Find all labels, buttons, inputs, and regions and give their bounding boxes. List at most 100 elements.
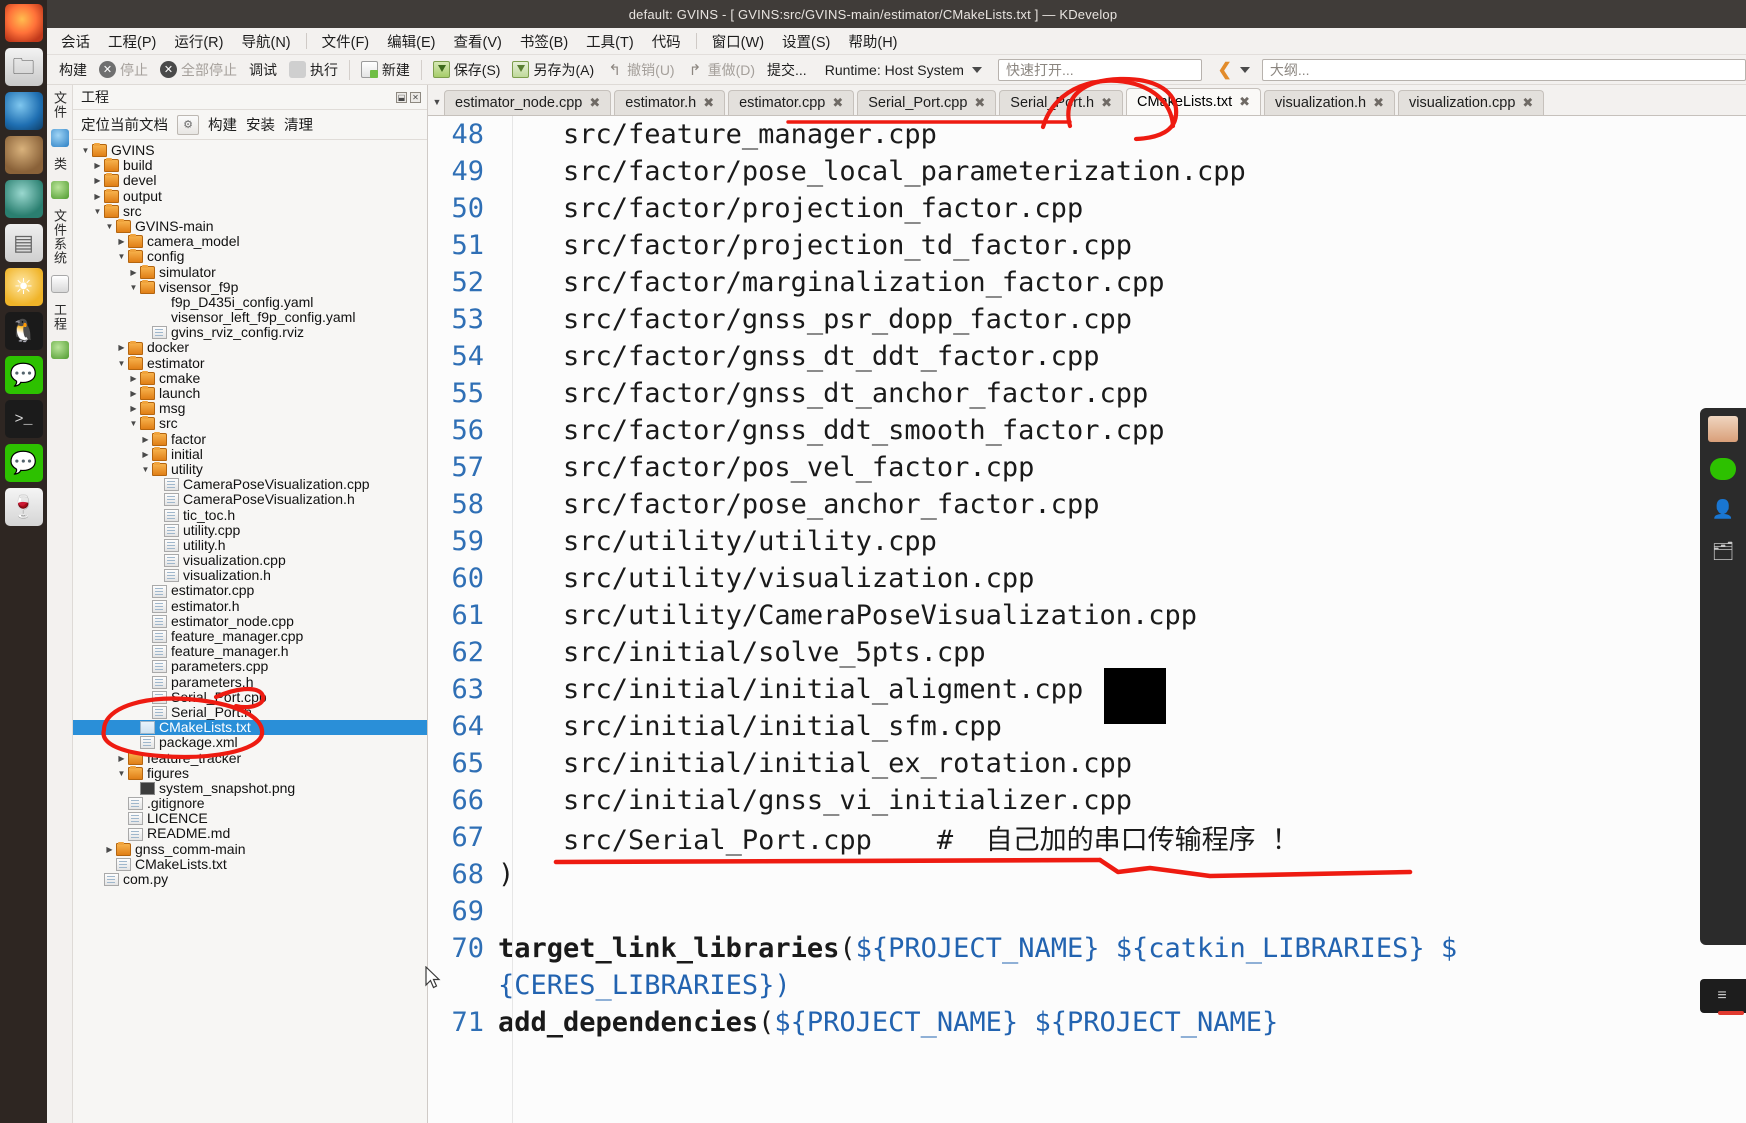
gear-icon[interactable]: ⚙ bbox=[177, 114, 199, 135]
tool-tab-project[interactable]: 工程 bbox=[50, 303, 69, 331]
tree-item[interactable]: config bbox=[73, 249, 427, 264]
tree-item[interactable]: feature_manager.h bbox=[73, 644, 427, 659]
code-line[interactable]: 71 add_dependencies(${PROJECT_NAME} ${PRO… bbox=[428, 1004, 1746, 1041]
tree-item[interactable]: visualization.cpp bbox=[73, 553, 427, 568]
chevron-down-icon[interactable] bbox=[127, 280, 140, 295]
tree-item[interactable]: utility.cpp bbox=[73, 523, 427, 538]
chevron-down-icon[interactable] bbox=[103, 219, 116, 234]
menu-help[interactable]: 帮助(H) bbox=[839, 29, 906, 54]
menu-settings[interactable]: 设置(S) bbox=[773, 29, 839, 54]
chevron-right-icon[interactable] bbox=[115, 751, 128, 766]
code-line[interactable]: 57 src/factor/pos_vel_factor.cpp bbox=[428, 449, 1746, 486]
tree-item[interactable]: parameters.h bbox=[73, 675, 427, 690]
chevron-down-icon[interactable] bbox=[115, 249, 128, 264]
menu-view[interactable]: 查看(V) bbox=[444, 29, 510, 54]
code-line[interactable]: 52 src/factor/marginalization_factor.cpp bbox=[428, 264, 1746, 301]
tree-item[interactable]: estimator_node.cpp bbox=[73, 614, 427, 629]
menu-tools[interactable]: 工具(T) bbox=[577, 29, 643, 54]
tab-close-icon[interactable]: ✖ bbox=[832, 95, 843, 111]
tree-item[interactable]: utility bbox=[73, 462, 427, 477]
tree-item[interactable]: simulator bbox=[73, 265, 427, 280]
chevron-right-icon[interactable] bbox=[139, 432, 152, 447]
tree-item[interactable]: msg bbox=[73, 401, 427, 416]
code-line[interactable]: 48 src/feature_manager.cpp bbox=[428, 116, 1746, 153]
chevron-right-icon[interactable] bbox=[115, 234, 128, 249]
code-line[interactable]: 65 src/initial/initial_ex_rotation.cpp bbox=[428, 745, 1746, 782]
code-line[interactable]: 54 src/factor/gnss_dt_ddt_factor.cpp bbox=[428, 338, 1746, 375]
avatar[interactable] bbox=[1708, 416, 1738, 442]
code-line[interactable]: 59 src/utility/utility.cpp bbox=[428, 523, 1746, 560]
code-line[interactable]: 49 src/factor/pose_local_parameterizatio… bbox=[428, 153, 1746, 190]
tree-item[interactable]: system_snapshot.png bbox=[73, 781, 427, 796]
chevron-right-icon[interactable] bbox=[127, 401, 140, 416]
menu-window[interactable]: 窗口(W) bbox=[703, 29, 773, 54]
editor-tab[interactable]: Serial_Port.h ✖ bbox=[999, 90, 1124, 115]
tree-item[interactable]: factor bbox=[73, 432, 427, 447]
code-line[interactable]: 66 src/initial/gnss_vi_initializer.cpp bbox=[428, 782, 1746, 819]
install-action[interactable]: 安装 bbox=[246, 114, 275, 135]
wechat2-icon[interactable]: 💬 bbox=[4, 444, 43, 482]
new-file-button[interactable]: 新建 bbox=[355, 59, 416, 81]
office-icon[interactable]: ▤ bbox=[4, 224, 43, 262]
editor-tab[interactable]: Serial_Port.cpp ✖ bbox=[857, 90, 997, 115]
tab-close-icon[interactable]: ✖ bbox=[974, 95, 985, 111]
tab-scroll-down-icon[interactable]: ▼ bbox=[430, 89, 444, 115]
code-line[interactable]: 58 src/factor/pose_anchor_factor.cpp bbox=[428, 486, 1746, 523]
execute-button[interactable]: 执行 bbox=[283, 59, 344, 81]
tree-item[interactable]: CMakeLists.txt bbox=[73, 720, 427, 736]
chevron-down-icon[interactable] bbox=[115, 356, 128, 371]
code-line[interactable]: 51 src/factor/projection_td_factor.cpp bbox=[428, 227, 1746, 264]
tree-item[interactable]: visualization.h bbox=[73, 568, 427, 583]
tree-item[interactable]: LICENCE bbox=[73, 811, 427, 826]
chevron-right-icon[interactable] bbox=[127, 265, 140, 280]
tree-item[interactable]: feature_tracker bbox=[73, 751, 427, 766]
side-panel-more-button[interactable]: ≡ bbox=[1700, 979, 1746, 1013]
gimp-icon[interactable] bbox=[4, 136, 43, 174]
globe-icon[interactable] bbox=[50, 129, 69, 147]
tab-close-icon[interactable]: ✖ bbox=[703, 95, 714, 111]
tree-item[interactable]: Serial_Port.cpp bbox=[73, 690, 427, 705]
code-line[interactable]: 64 src/initial/initial_sfm.cpp bbox=[428, 708, 1746, 745]
tree-item[interactable]: camera_model bbox=[73, 234, 427, 249]
editor-tab[interactable]: visualization.h ✖ bbox=[1264, 90, 1396, 115]
chevron-right-icon[interactable] bbox=[139, 447, 152, 462]
tux-icon[interactable]: 🐧 bbox=[4, 312, 43, 350]
chevron-down-icon[interactable] bbox=[139, 462, 152, 477]
editor-tab[interactable]: estimator.cpp ✖ bbox=[728, 90, 855, 115]
tree-item[interactable]: feature_manager.cpp bbox=[73, 629, 427, 644]
undo-button[interactable]: ↰ 撤销(U) bbox=[600, 59, 680, 81]
build-action[interactable]: 构建 bbox=[208, 114, 237, 135]
tab-close-icon[interactable]: ✖ bbox=[589, 95, 600, 111]
code-line[interactable]: 60 src/utility/visualization.cpp bbox=[428, 560, 1746, 597]
stop-all-button[interactable]: ✕ 全部停止 bbox=[154, 59, 243, 81]
tree-item[interactable]: estimator bbox=[73, 356, 427, 371]
code-line[interactable]: 67 src/Serial_Port.cpp # 自己加的串口传输程序 ！ bbox=[428, 819, 1746, 856]
code-line[interactable]: 69 bbox=[428, 893, 1746, 930]
chevron-down-icon[interactable] bbox=[115, 766, 128, 781]
tree-item[interactable]: visensor_left_f9p_config.yaml bbox=[73, 310, 427, 325]
tree-item[interactable]: figures bbox=[73, 766, 427, 781]
tree-item[interactable]: output bbox=[73, 189, 427, 204]
code-line[interactable]: 61 src/utility/CameraPoseVisualization.c… bbox=[428, 597, 1746, 634]
collections-icon[interactable]: 🗂 bbox=[1708, 538, 1738, 564]
code-line[interactable]: 70 target_link_libraries(${PROJECT_NAME} … bbox=[428, 930, 1746, 967]
tree-item[interactable]: devel bbox=[73, 173, 427, 188]
code-line[interactable]: 53 src/factor/gnss_psr_dopp_factor.cpp bbox=[428, 301, 1746, 338]
tree-item[interactable]: initial bbox=[73, 447, 427, 462]
tree-item[interactable]: CMakeLists.txt bbox=[73, 857, 427, 872]
tree-item[interactable]: GVINS-main bbox=[73, 219, 427, 234]
debug-button[interactable]: 调试 bbox=[243, 59, 283, 81]
save-as-button[interactable]: 另存为(A) bbox=[506, 59, 600, 81]
menu-session[interactable]: 会话 bbox=[52, 29, 99, 54]
navigate-back-button[interactable]: ❮ bbox=[1212, 59, 1256, 81]
tab-close-icon[interactable]: ✖ bbox=[1101, 95, 1112, 111]
chevron-down-icon[interactable] bbox=[91, 204, 104, 219]
editor-tab[interactable]: estimator_node.cpp ✖ bbox=[444, 90, 612, 115]
class-browser-icon[interactable] bbox=[50, 181, 69, 199]
chevron-right-icon[interactable] bbox=[91, 189, 104, 204]
wechat-icon[interactable]: 💬 bbox=[4, 356, 43, 394]
web-browser-icon[interactable] bbox=[4, 92, 43, 130]
chevron-right-icon[interactable] bbox=[91, 158, 104, 173]
undock-icon[interactable]: ⬓ bbox=[396, 91, 407, 103]
tree-item[interactable]: f9p_D435i_config.yaml bbox=[73, 295, 427, 310]
